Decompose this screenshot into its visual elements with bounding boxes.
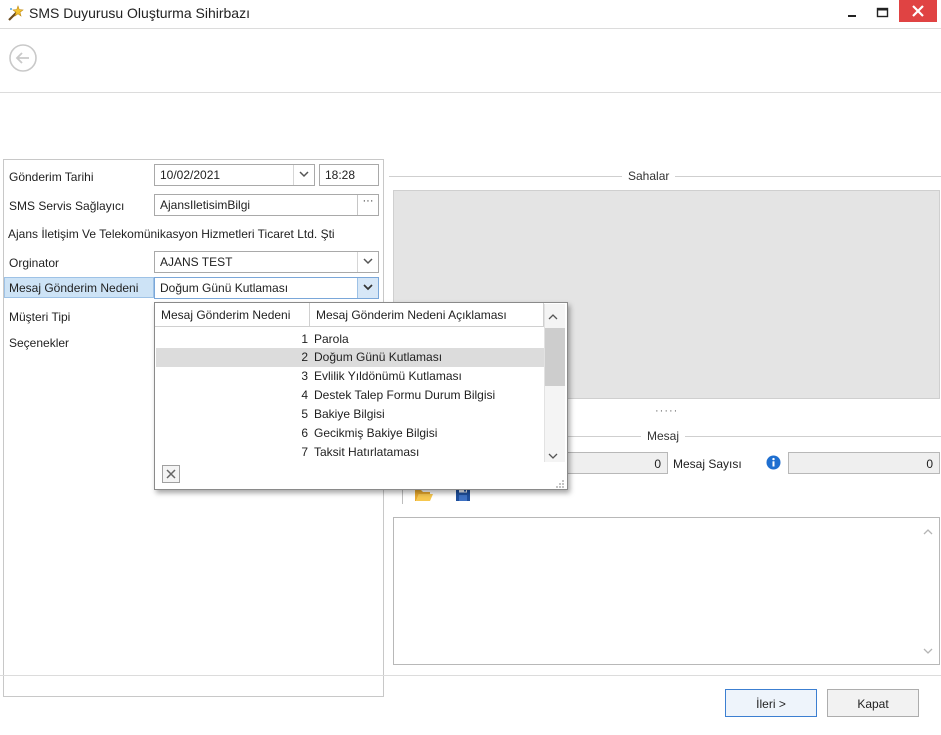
close-button[interactable]: Kapat (827, 689, 919, 717)
mesaj-gonderim-nedeni-value: Doğum Günü Kutlaması (160, 281, 289, 295)
row-text: Doğum Günü Kutlaması (314, 350, 443, 364)
secenekler-label: Seçenekler (9, 336, 70, 350)
gonderim-tarihi-label: Gönderim Tarihi (9, 170, 94, 184)
row-text: Bakiye Bilgisi (314, 407, 385, 421)
clear-icon[interactable] (162, 465, 180, 483)
list-item-selected[interactable]: 2 Doğum Günü Kutlaması (156, 348, 544, 367)
orginator-select[interactable]: AJANS TEST (154, 251, 379, 273)
chevron-up-icon[interactable] (923, 524, 933, 538)
close-icon[interactable] (899, 0, 937, 22)
chevron-down-icon[interactable] (293, 165, 314, 185)
list-item[interactable]: 5 Bakiye Bilgisi (156, 405, 544, 424)
list-item[interactable]: 4 Destek Talep Formu Durum Bilgisi (156, 386, 544, 405)
chevron-down-icon[interactable] (357, 278, 378, 298)
row-text: Parola (314, 332, 349, 346)
row-number: 2 (301, 350, 308, 364)
musteri-tipi-label: Müşteri Tipi (9, 310, 71, 324)
ellipsis-button[interactable]: ··· (357, 195, 378, 215)
row-number: 5 (301, 407, 308, 421)
maximize-icon[interactable] (868, 0, 896, 24)
row-number: 3 (301, 369, 308, 383)
resize-grip-icon[interactable] (553, 479, 565, 489)
splitter-handle[interactable]: ····· (655, 405, 678, 417)
mesaj-gonderim-nedeni-select[interactable]: Doğum Günü Kutlaması (154, 277, 379, 299)
gonderim-tarihi-date-field[interactable]: 10/02/2021 (154, 164, 315, 186)
header-divider (0, 28, 941, 29)
chevron-down-icon[interactable] (548, 449, 558, 463)
chevron-down-icon[interactable] (357, 252, 378, 272)
column-header-neden[interactable]: Mesaj Gönderim Nedeni (155, 303, 310, 327)
gonderim-tarihi-date-value: 10/02/2021 (160, 168, 221, 182)
mesaj-sayisi-label: Mesaj Sayısı (673, 457, 742, 471)
character-count-field: 0 (556, 452, 668, 474)
provider-description: Ajans İletişim Ve Telekomünikasyon Hizme… (8, 227, 335, 241)
list-item[interactable]: 7 Taksit Hatırlataması (156, 443, 544, 462)
row-number: 6 (301, 426, 308, 440)
back-arrow-icon[interactable] (8, 43, 38, 73)
reason-dropdown-popup: Mesaj Gönderim Nedeni Mesaj Gönderim Ned… (154, 302, 568, 490)
row-text: Evlilik Yıldönümü Kutlaması (314, 369, 462, 383)
sms-servis-label: SMS Servis Sağlayıcı (9, 199, 125, 213)
sms-servis-value: AjansIletisimBilgi (160, 198, 251, 212)
sms-servis-field[interactable]: AjansIletisimBilgi ··· (154, 194, 379, 216)
list-item[interactable]: 1 Parola (156, 330, 544, 349)
next-button[interactable]: İleri > (725, 689, 817, 717)
info-icon[interactable] (766, 455, 781, 470)
list-item[interactable]: 3 Evlilik Yıldönümü Kutlaması (156, 367, 544, 386)
row-number: 7 (301, 445, 308, 459)
message-textarea[interactable] (393, 517, 940, 665)
sahalar-title: Sahalar (622, 169, 676, 183)
row-text: Gecikmiş Bakiye Bilgisi (314, 426, 438, 440)
mesaj-title: Mesaj (641, 429, 686, 443)
orginator-value: AJANS TEST (160, 255, 233, 269)
footer-divider (0, 675, 941, 676)
chevron-up-icon[interactable] (548, 309, 558, 323)
gonderim-tarihi-time-field[interactable]: 18:28 (319, 164, 379, 186)
list-item[interactable]: 6 Gecikmiş Bakiye Bilgisi (156, 424, 544, 443)
row-number: 4 (301, 388, 308, 402)
toolbar-divider (0, 92, 941, 93)
minimize-icon[interactable] (838, 0, 866, 24)
row-number: 1 (301, 332, 308, 346)
mesaj-sayisi-field: 0 (788, 452, 940, 474)
scrollbar-thumb[interactable] (545, 328, 565, 386)
row-text: Taksit Hatırlataması (314, 445, 420, 459)
title-bar: SMS Duyurusu Oluşturma Sihirbazı (0, 0, 941, 28)
wand-icon (6, 5, 24, 23)
column-header-aciklama[interactable]: Mesaj Gönderim Nedeni Açıklaması (310, 303, 544, 327)
chevron-down-icon[interactable] (923, 644, 933, 658)
window-title: SMS Duyurusu Oluşturma Sihirbazı (29, 5, 250, 21)
mesaj-gonderim-nedeni-label: Mesaj Gönderim Nedeni (9, 281, 139, 295)
orginator-label: Orginator (9, 256, 60, 270)
row-text: Destek Talep Formu Durum Bilgisi (314, 388, 496, 402)
